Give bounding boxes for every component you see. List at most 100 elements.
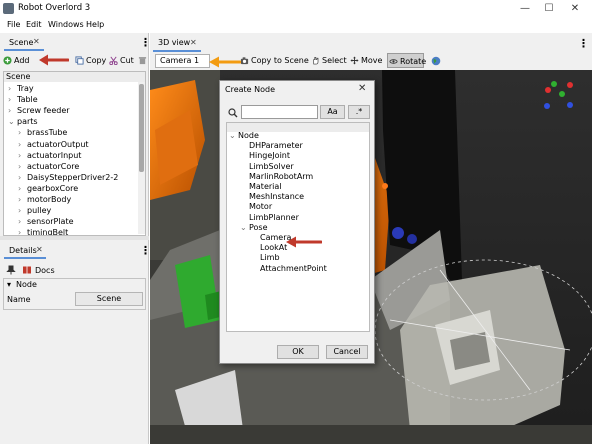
node-type-item[interactable]: DHParameter (240, 141, 303, 151)
chevron-right-icon[interactable]: › (8, 83, 17, 94)
node-type-item[interactable]: AttachmentPoint (251, 264, 327, 274)
rotate-tool-button[interactable]: Rotate (387, 53, 426, 68)
tree-item[interactable]: › DaisyStepperDriver2-2 (18, 172, 118, 183)
select-label: Select (322, 56, 347, 65)
scrollbar-thumb[interactable] (139, 84, 144, 172)
menu-edit[interactable]: Edit (26, 20, 42, 29)
app-icon (3, 3, 14, 14)
tree-item[interactable]: › pulley (18, 205, 51, 216)
name-label: Name (7, 295, 31, 304)
tree-item[interactable]: › gearboxCore (18, 183, 78, 194)
chevron-right-icon[interactable]: › (18, 205, 27, 216)
add-label: Add (14, 56, 30, 65)
move-tool-button[interactable]: Move (349, 53, 383, 68)
more-options-icon[interactable]: ⋮ (578, 38, 589, 49)
maximize-button[interactable]: ☐ (537, 1, 561, 16)
node-type-item[interactable]: Limb (251, 253, 280, 263)
node-type-item[interactable]: LookAt (251, 243, 287, 253)
tree-item[interactable]: › Table (8, 94, 38, 105)
chevron-down-icon[interactable]: ⌄ (8, 116, 17, 127)
chevron-right-icon[interactable]: › (18, 150, 27, 161)
tab-3d-view[interactable]: 3D view (158, 38, 190, 47)
minimize-button[interactable]: — (513, 1, 537, 16)
cut-button[interactable]: Cut (108, 53, 136, 68)
copy-label: Copy (86, 56, 107, 65)
tree-item[interactable]: › brassTube (18, 127, 67, 138)
docs-link[interactable]: Docs (35, 266, 55, 275)
tree-item[interactable]: › actuatorCore (18, 161, 79, 172)
pin-icon[interactable] (6, 265, 16, 275)
node-type-item[interactable]: LimbPlanner (240, 213, 299, 223)
tab-scene[interactable]: Scene (9, 38, 33, 47)
tree-item-label: Tray (17, 84, 34, 93)
scene-tree-scrollbar[interactable] (138, 82, 145, 234)
tree-item-label: Table (17, 95, 38, 105)
annotation-arrow-add (39, 54, 69, 66)
tree-item[interactable]: › actuatorInput (18, 150, 81, 161)
name-field[interactable]: Scene (75, 292, 143, 306)
chevron-right-icon[interactable]: › (18, 139, 27, 150)
scene-tree[interactable]: Scene › Tray › Table › Screw feeder ⌄ parts › bra… (3, 71, 146, 236)
scene-tree-root[interactable]: Scene (4, 72, 145, 82)
chevron-down-icon[interactable]: ⌄ (229, 131, 238, 141)
node-type-item[interactable]: LimbSolver (240, 162, 294, 172)
node-type-item[interactable]: HingeJoint (240, 151, 290, 161)
active-tab-indicator (153, 50, 201, 52)
chevron-right-icon[interactable]: › (18, 194, 27, 205)
tab-details[interactable]: Details (9, 246, 37, 255)
dialog-close-button[interactable]: ✕ (358, 83, 366, 94)
menu-file[interactable]: File (7, 20, 20, 29)
copy-button[interactable]: Copy (74, 53, 106, 68)
delete-button[interactable] (138, 53, 148, 68)
active-tab-indicator (4, 257, 46, 259)
chevron-right-icon[interactable]: › (18, 216, 27, 227)
regex-toggle[interactable]: .* (348, 105, 370, 119)
close-icon[interactable]: ✕ (33, 37, 40, 46)
move-label: Move (361, 56, 383, 65)
camera-select[interactable]: Camera 1 (155, 54, 210, 68)
node-type-item[interactable]: MeshInstance (240, 192, 304, 202)
node-type-item[interactable]: ⌄ Node (229, 131, 259, 141)
select-tool-button[interactable]: Select (310, 53, 347, 68)
tree-item[interactable]: › actuatorOutput (18, 139, 89, 150)
globe-icon[interactable] (431, 56, 441, 66)
copy-to-scene-button[interactable]: Copy to Scene (239, 53, 311, 68)
tree-item-label: sensorPlate (27, 217, 74, 227)
node-type-item[interactable]: MarlinRobotArm (240, 172, 313, 182)
ok-button[interactable]: OK (277, 345, 319, 359)
tree-item-label: actuatorOutput (27, 139, 89, 149)
tree-item[interactable]: › Screw feeder (8, 105, 70, 116)
section-toggle-icon[interactable]: ▾ (7, 280, 11, 289)
chevron-right-icon[interactable]: › (18, 172, 27, 183)
annotation-arrow-camera-node (286, 236, 322, 248)
node-type-item[interactable]: Motor (240, 202, 272, 212)
add-button[interactable]: Add (2, 53, 40, 68)
chevron-down-icon[interactable]: ⌄ (240, 223, 249, 233)
cancel-button[interactable]: Cancel (326, 345, 368, 359)
chevron-right-icon[interactable]: › (18, 127, 27, 138)
chevron-right-icon[interactable]: › (8, 105, 17, 116)
close-window-button[interactable]: ✕ (563, 1, 587, 16)
search-input[interactable] (241, 105, 318, 119)
scene-toolbar: Add Copy Cut (2, 53, 148, 68)
node-type-item[interactable]: ⌄ Pose (240, 223, 268, 233)
tree-item[interactable]: › timingBelt (18, 227, 68, 235)
active-tab-indicator (4, 49, 44, 51)
close-icon[interactable]: ✕ (190, 38, 197, 47)
dialog-title: Create Node (225, 85, 276, 94)
chevron-right-icon[interactable]: › (18, 161, 27, 172)
chevron-right-icon[interactable]: › (8, 94, 17, 105)
tree-item[interactable]: › Tray (8, 83, 34, 94)
close-icon[interactable]: ✕ (36, 245, 43, 254)
menu-help[interactable]: Help (86, 20, 104, 29)
chevron-right-icon[interactable]: › (18, 227, 27, 235)
node-type-item[interactable]: Material (240, 182, 282, 192)
tree-item-label: pulley (27, 206, 52, 216)
tree-item[interactable]: › motorBody (18, 194, 71, 205)
chevron-right-icon[interactable]: › (18, 183, 27, 194)
menu-windows[interactable]: Windows (48, 20, 84, 29)
case-sensitive-toggle[interactable]: Aa (320, 105, 345, 119)
tree-item-label: actuatorInput (27, 150, 82, 160)
tree-item[interactable]: ⌄ parts (8, 116, 38, 127)
tree-item[interactable]: › sensorPlate (18, 216, 74, 227)
